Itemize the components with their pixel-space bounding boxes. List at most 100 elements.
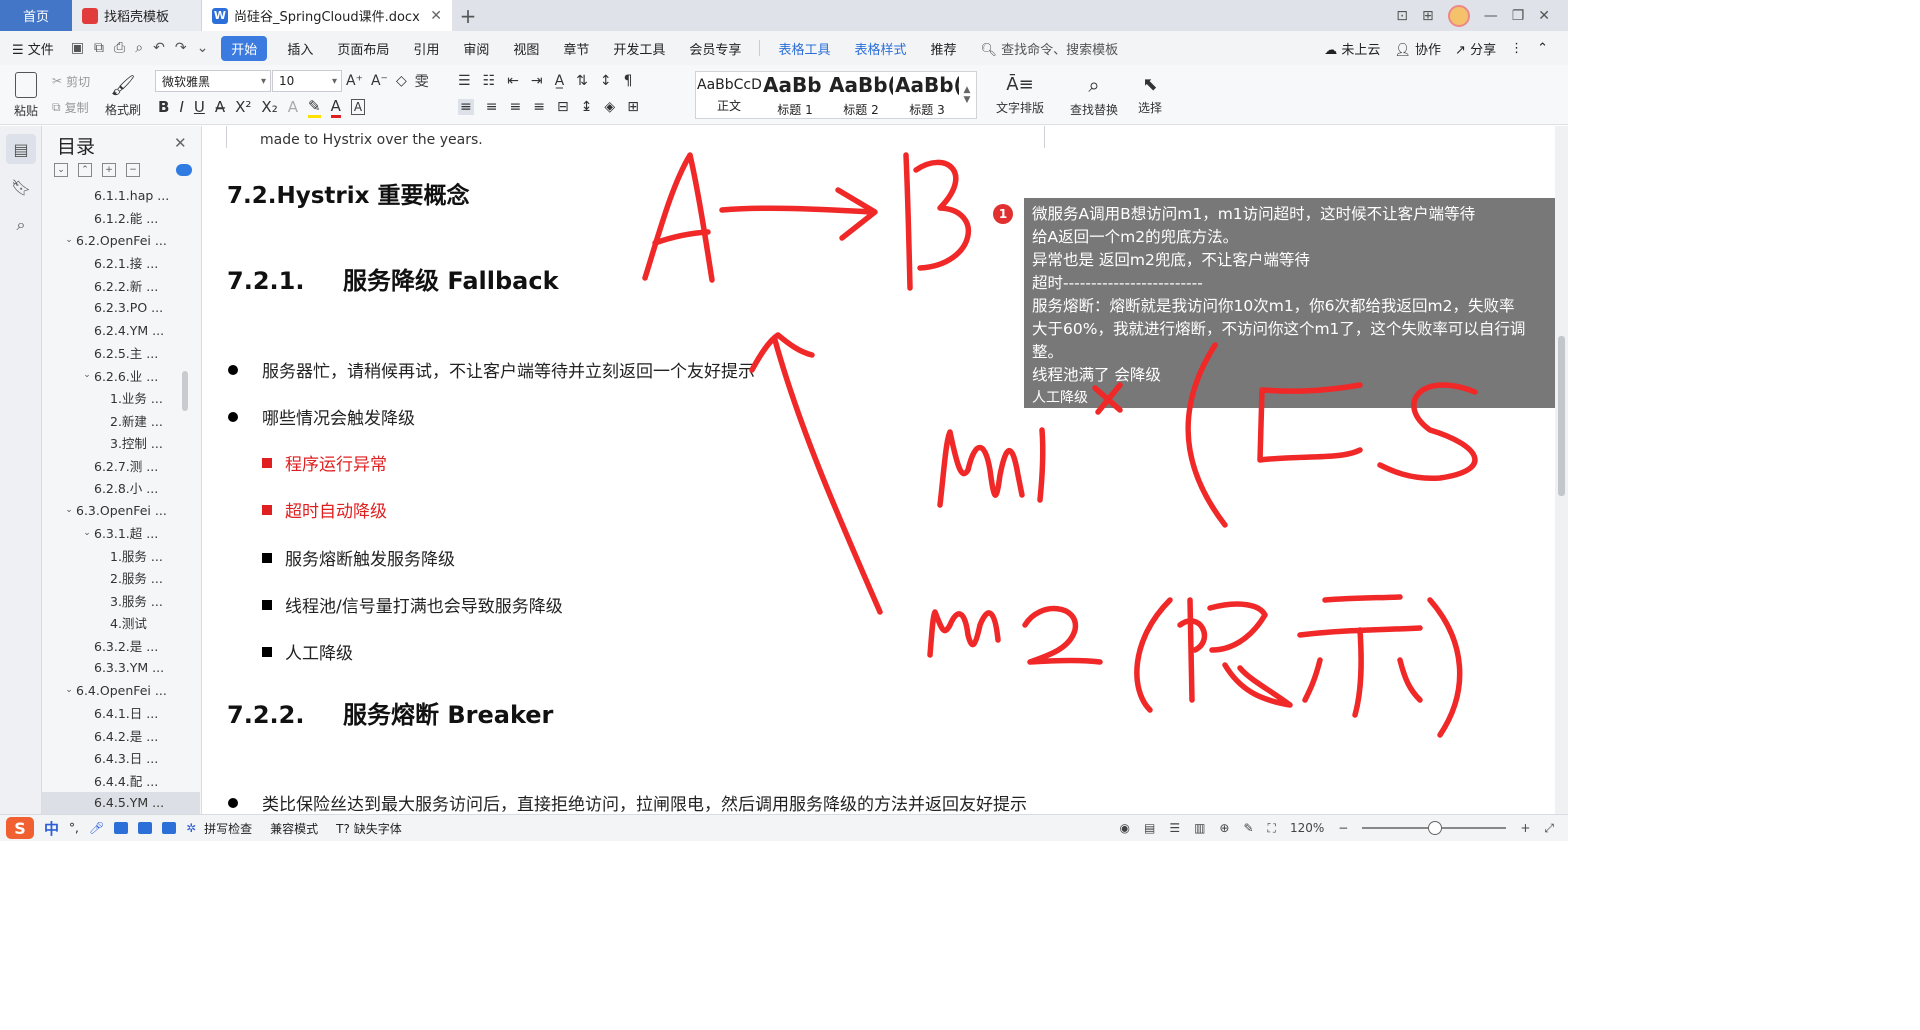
nav-outline-item[interactable]: 6.2.5.主 ... (42, 342, 200, 365)
style-heading-3[interactable]: AaBb( 标题 3 (894, 72, 960, 118)
web-view-icon[interactable]: ⊕ (1219, 821, 1229, 835)
nav-outline-item[interactable]: ⌄ 6.3.1.超 ... (42, 522, 200, 545)
menu-references[interactable]: 引用 (401, 39, 451, 58)
style-heading-2[interactable]: AaBb( 标题 2 (828, 72, 894, 118)
grow-font-icon[interactable]: A⁺ (346, 73, 363, 89)
style-normal[interactable]: AaBbCcDd 正文 (696, 72, 762, 118)
outline-icon[interactable]: ▤ (6, 134, 36, 164)
chevron-down-icon[interactable]: ⌄ (80, 528, 94, 538)
nav-outline-item[interactable]: 6.2.3.PO ... (42, 297, 200, 320)
menu-insert[interactable]: 插入 (275, 39, 325, 58)
menu-file[interactable]: ☰ 文件 (0, 39, 66, 58)
font-color-icon[interactable]: A (330, 97, 341, 118)
shrink-font-icon[interactable]: A⁻ (371, 73, 388, 89)
nav-outline-item[interactable]: 6.2.8.小 ... (42, 477, 200, 500)
font-size-select[interactable]: 10 (272, 70, 342, 92)
document-scrollbar[interactable] (1555, 126, 1568, 814)
punctuation-icon[interactable]: °, (69, 821, 79, 835)
superscript-icon[interactable]: X² (235, 98, 251, 116)
share-button[interactable]: ↗ 分享 (1455, 39, 1496, 58)
show-marks-icon[interactable]: ¶ (624, 73, 633, 89)
nav-outline-item[interactable]: 6.3.3.YM ... (42, 657, 200, 680)
command-search[interactable]: 🔍︎ 查找命令、搜索模板 (968, 39, 1130, 58)
menu-member[interactable]: 会员专享 (677, 39, 753, 58)
chevron-down-icon[interactable]: ⌄ (62, 685, 76, 695)
nav-outline-item[interactable]: 6.2.7.测 ... (42, 454, 200, 477)
nav-outline-item[interactable]: 2.新建 ... (42, 409, 200, 432)
nav-outline-item[interactable]: ⌄ 6.2.6.业 ... (42, 364, 200, 387)
keyboard-icon[interactable] (114, 822, 129, 834)
skin-icon[interactable] (138, 822, 153, 834)
align-left-icon[interactable]: ≡ (458, 99, 474, 115)
italic-icon[interactable]: I (179, 98, 183, 116)
new-tab-button[interactable]: + (452, 0, 484, 31)
format-painter-button[interactable]: 🖌︎ 格式刷 (104, 69, 142, 121)
layout-icon[interactable]: ⊡ (1396, 8, 1408, 24)
preview-icon[interactable]: ⌕ (130, 40, 148, 56)
strikethrough-icon[interactable]: A̶ (215, 98, 225, 116)
subscript-icon[interactable]: X₂ (261, 98, 277, 116)
nav-outline-item[interactable]: 6.2.2.新 ... (42, 274, 200, 297)
sogou-icon[interactable]: S (6, 817, 34, 839)
nav-outline-item[interactable]: 6.3.2.是 ... (42, 634, 200, 657)
chevron-down-icon[interactable]: ⌄ (80, 370, 94, 380)
tab-template[interactable]: 找稻壳模板 (72, 0, 202, 31)
nav-outline-item[interactable]: 6.4.4.配 ... (42, 769, 200, 792)
comment-badge[interactable]: 1 (993, 204, 1013, 224)
increase-indent-icon[interactable]: ⇥ (531, 73, 543, 89)
scrollbar-thumb[interactable] (1558, 336, 1565, 496)
nav-outline-item[interactable]: 6.4.1.日 ... (42, 702, 200, 725)
menu-section[interactable]: 章节 (551, 39, 601, 58)
add-heading-icon[interactable]: + (102, 163, 116, 177)
collapse-ribbon-icon[interactable]: ⌃ (1537, 41, 1548, 56)
nav-outline-item[interactable]: 6.4.2.是 ... (42, 724, 200, 747)
nav-outline-item[interactable]: 3.服务 ... (42, 589, 200, 612)
redo-icon[interactable]: ↷ (170, 40, 192, 56)
shading-icon[interactable]: ◈ (604, 99, 615, 115)
zoom-level[interactable]: 120% (1290, 821, 1324, 835)
nav-outline-item[interactable]: 6.4.5.YM ... (42, 791, 200, 814)
nav-outline-item[interactable]: 3.控制 ... (42, 432, 200, 455)
zoom-slider[interactable] (1362, 821, 1507, 835)
char-border-icon[interactable]: A (350, 99, 366, 115)
nav-outline-item[interactable]: ⌄ 6.2.OpenFei ... (42, 229, 200, 252)
text-layout-button[interactable]: Ā≡ 文字排版 (988, 69, 1052, 121)
compat-mode[interactable]: 兼容模式 (270, 820, 318, 837)
search-icon[interactable]: ⌕ (6, 210, 36, 240)
fullscreen-icon[interactable]: ⤢ (1544, 821, 1554, 836)
nav-outline-item[interactable]: 2.服务 ... (42, 567, 200, 590)
export-icon[interactable]: ⧉ (89, 40, 109, 56)
paste-button[interactable]: 粘贴 (8, 69, 44, 121)
menu-table-tools[interactable]: 表格工具 (766, 39, 842, 58)
read-view-icon[interactable]: ▥ (1194, 821, 1205, 835)
zoom-in-icon[interactable]: + (1520, 821, 1530, 835)
clear-format-icon[interactable]: ◇ (396, 73, 407, 89)
nav-outline-item[interactable]: 6.4.3.日 ... (42, 747, 200, 770)
bullet-list-icon[interactable]: ☰ (458, 73, 471, 89)
comment-popup[interactable]: 微服务A调用B想访问m1，m1访问超时，这时候不让客户端等待 给A返回一个m2的… (1024, 198, 1567, 408)
cut-button[interactable]: ✂ 剪切 (52, 72, 90, 90)
bookmark-icon[interactable]: 🔖︎ (6, 172, 36, 202)
style-heading-1[interactable]: AaBb 标题 1 (762, 72, 828, 118)
fit-page-icon[interactable]: ⛶ (1268, 821, 1276, 836)
menu-view[interactable]: 视图 (501, 39, 551, 58)
menu-dev-tools[interactable]: 开发工具 (601, 39, 677, 58)
sort-icon[interactable]: ↕ (600, 73, 612, 89)
nav-outline-item[interactable]: ⌄ 6.4.OpenFei ... (42, 679, 200, 702)
chevron-down-icon[interactable]: ⌄ (62, 505, 76, 515)
font-name-select[interactable]: 微软雅黑 (155, 70, 271, 92)
phonetic-icon[interactable]: 雯 (415, 71, 429, 91)
microphone-icon[interactable]: 🎤︎ (89, 821, 104, 835)
pen-icon[interactable]: ✎ (1243, 821, 1253, 835)
distributed-icon[interactable]: ⊟ (557, 99, 569, 115)
settings-icon[interactable]: ✲ (186, 821, 196, 835)
restore-icon[interactable]: ❐ (1512, 8, 1525, 24)
decrease-indent-icon[interactable]: ⇤ (507, 73, 519, 89)
missing-font[interactable]: T? 缺失字体 (336, 820, 402, 837)
nav-toggle-switch[interactable] (176, 164, 192, 176)
eye-protection-icon[interactable]: ◉ (1119, 821, 1129, 835)
text-direction-icon[interactable]: ⇅ (576, 73, 588, 89)
print-icon[interactable]: ⎙ (109, 40, 130, 56)
chevron-down-icon[interactable]: ⌄ (62, 235, 76, 245)
line-spacing-icon[interactable]: ↨ (581, 99, 593, 115)
